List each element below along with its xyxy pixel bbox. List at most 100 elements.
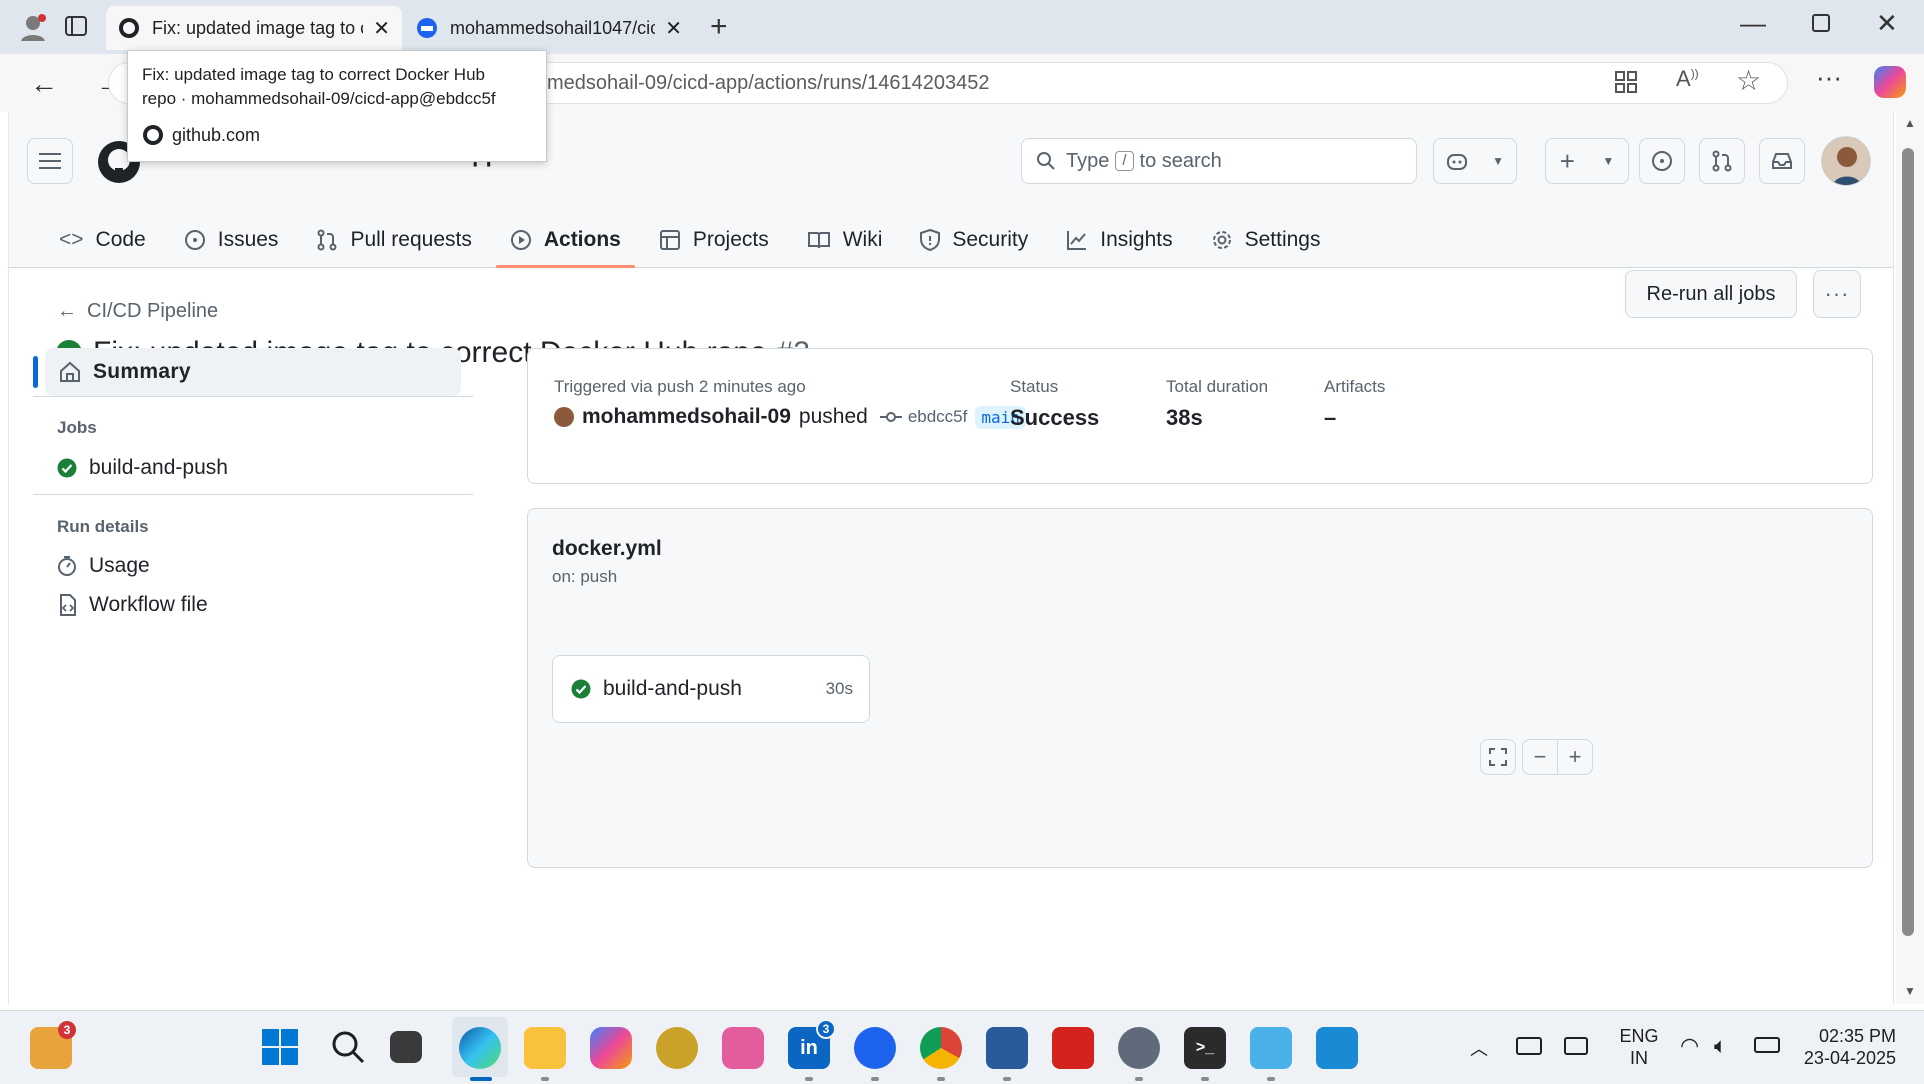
back-arrow-icon[interactable]: ←: [30, 68, 58, 100]
tooltip-line-1: Fix: updated image tag to correct Docker…: [142, 65, 485, 84]
url-text: medsohail-09/cicd-app/actions/runs/14614…: [547, 71, 990, 94]
close-icon[interactable]: ✕: [373, 16, 390, 41]
wifi-icon[interactable]: ◠: [1680, 1033, 1699, 1059]
tab-settings[interactable]: Settings: [1197, 212, 1335, 268]
close-icon[interactable]: ✕: [665, 16, 682, 41]
tab-github-run[interactable]: Fix: updated image tag to correct ✕: [106, 6, 402, 50]
tab-label: Issues: [217, 228, 279, 251]
notepad-icon[interactable]: [1250, 1027, 1292, 1069]
commit-sha-link[interactable]: ebdcc5f: [908, 407, 968, 427]
tab-label: Code: [95, 228, 146, 251]
acrobat-icon[interactable]: [1052, 1027, 1094, 1069]
hamburger-menu-button[interactable]: [27, 138, 73, 184]
zoom-in-button[interactable]: +: [1557, 739, 1593, 775]
docker-desktop-icon[interactable]: [854, 1027, 896, 1069]
graph-icon: [1066, 229, 1088, 251]
clock[interactable]: 02:35 PM 23-04-2025: [1796, 1025, 1896, 1069]
kebab-menu-button[interactable]: ···: [1813, 270, 1861, 318]
file-code-icon: [57, 594, 77, 616]
avatar[interactable]: [1821, 136, 1871, 186]
tab-issues[interactable]: Issues: [170, 212, 293, 268]
create-new-button[interactable]: + ▼: [1545, 138, 1629, 184]
tablet-icon[interactable]: [1564, 1037, 1588, 1055]
file-explorer-icon[interactable]: [524, 1027, 566, 1069]
volume-icon[interactable]: 🔈︎: [1714, 1033, 1727, 1059]
copilot-app-icon[interactable]: [590, 1027, 632, 1069]
virtualbox-icon[interactable]: [986, 1027, 1028, 1069]
edge-browser-icon[interactable]: [459, 1027, 501, 1069]
sidebar-item-job[interactable]: build-and-push: [57, 456, 228, 480]
actor-link[interactable]: mohammedsohail-09: [582, 405, 791, 429]
tab-actions[interactable]: Actions: [495, 212, 635, 268]
zoom-out-button[interactable]: −: [1522, 739, 1558, 775]
snipping-tool-icon[interactable]: [722, 1027, 764, 1069]
tab-label: Wiki: [842, 228, 883, 251]
tooltip-site: github.com: [142, 123, 532, 147]
dash-icon: −: [1533, 744, 1547, 769]
tab-projects[interactable]: Projects: [645, 212, 783, 268]
notification-app-icon[interactable]: 3: [30, 1021, 76, 1069]
language-indicator[interactable]: ENG IN: [1614, 1025, 1664, 1069]
app-available-icon[interactable]: [1614, 70, 1638, 94]
chrome-icon[interactable]: [920, 1027, 962, 1069]
minimize-button[interactable]: —: [1740, 8, 1766, 39]
battery-icon[interactable]: [1754, 1037, 1780, 1053]
search-input[interactable]: Type / to search: [1021, 138, 1417, 184]
copilot-button[interactable]: ▼: [1433, 138, 1517, 184]
tab-pull-requests[interactable]: Pull requests: [302, 212, 485, 268]
tab-docker-hub[interactable]: mohammedsohail1047/cicd-app ✕: [404, 6, 694, 50]
issues-button[interactable]: [1639, 138, 1685, 184]
avatar[interactable]: [554, 407, 574, 427]
rerun-all-jobs-button[interactable]: Re-run all jobs: [1625, 270, 1797, 318]
tab-security[interactable]: Security: [906, 212, 1042, 268]
fullscreen-button[interactable]: [1480, 739, 1516, 775]
sidebar-item-workflow-file[interactable]: Workflow file: [57, 593, 208, 617]
tab-wiki[interactable]: Wiki: [793, 212, 897, 268]
keyboard-icon[interactable]: [1516, 1037, 1542, 1055]
chevron-up-icon[interactable]: ︿: [1470, 1035, 1488, 1061]
tab-actions-icon[interactable]: [64, 14, 88, 38]
repo-nav: <> Code Issues Pull requests Actions Pro…: [45, 212, 1345, 268]
sidebar-item-summary[interactable]: Summary: [45, 348, 461, 396]
table-icon: [659, 229, 681, 251]
tab-code[interactable]: <> Code: [45, 212, 160, 268]
job-node[interactable]: build-and-push 30s: [552, 655, 870, 723]
terminal-icon[interactable]: >_: [1184, 1027, 1226, 1069]
code-icon: <>: [59, 228, 84, 251]
tab-label: Pull requests: [350, 228, 472, 251]
new-tab-button[interactable]: +: [710, 10, 728, 44]
scroll-down-icon[interactable]: ▼: [1904, 984, 1916, 998]
scroll-up-icon[interactable]: ▲: [1904, 116, 1916, 130]
sidebar-item-usage[interactable]: Usage: [57, 554, 150, 578]
tab-hover-tooltip: Fix: updated image tag to correct Docker…: [127, 50, 547, 162]
artifacts-label: Artifacts: [1324, 377, 1386, 396]
pull-requests-button[interactable]: [1699, 138, 1745, 184]
settings-gear-icon[interactable]: [1118, 1027, 1160, 1069]
workflow-back-link[interactable]: ← CI/CD Pipeline: [57, 300, 218, 323]
active-indicator: [33, 356, 38, 388]
active-app-dot: [470, 1077, 492, 1081]
divider: [33, 396, 473, 397]
task-view-icon[interactable]: [390, 1031, 422, 1063]
read-aloud-icon[interactable]: A)): [1676, 66, 1699, 92]
vscode-icon[interactable]: [1316, 1027, 1358, 1069]
favorite-star-icon[interactable]: ☆: [1736, 64, 1761, 97]
arrow-left-icon: ←: [57, 300, 77, 322]
linkedin-icon[interactable]: in 3: [788, 1019, 836, 1069]
game-app-icon[interactable]: [656, 1027, 698, 1069]
search-icon[interactable]: [330, 1029, 366, 1065]
tab-title: Fix: updated image tag to correct: [152, 17, 363, 38]
settings-more-icon[interactable]: ···: [1816, 62, 1842, 93]
tab-label: Security: [952, 228, 1029, 251]
date: 23-04-2025: [1803, 1048, 1896, 1068]
docker-favicon-icon: [416, 17, 438, 39]
inbox-button[interactable]: [1759, 138, 1805, 184]
close-window-button[interactable]: ✕: [1876, 8, 1898, 39]
scrollbar-thumb[interactable]: [1902, 148, 1914, 936]
windows-start-icon[interactable]: [262, 1029, 298, 1065]
tab-insights[interactable]: Insights: [1052, 212, 1186, 268]
profile-icon[interactable]: [18, 12, 48, 42]
copilot-icon[interactable]: [1874, 66, 1906, 98]
git-pull-request-icon: [316, 229, 338, 251]
restore-button[interactable]: [1812, 14, 1830, 32]
